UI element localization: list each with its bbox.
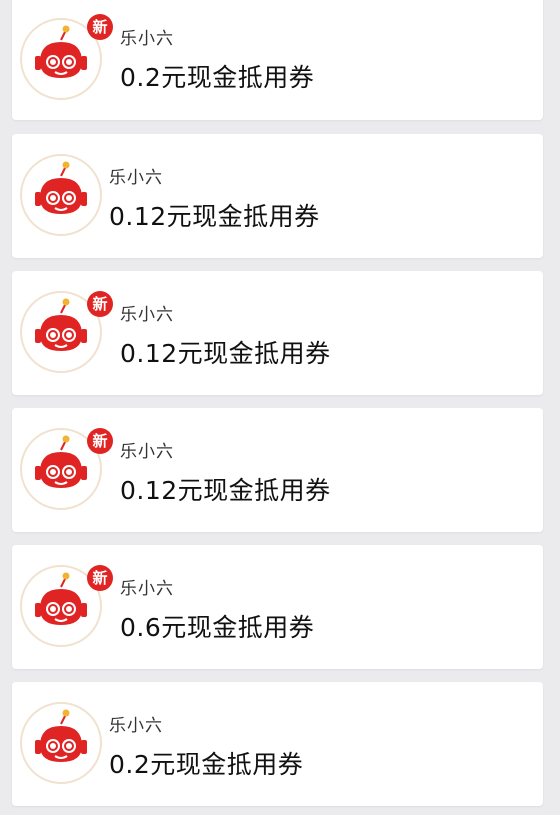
robot-avatar-icon (20, 154, 102, 236)
list-item[interactable]: 新 乐小六 0.12元现金抵用券 (12, 271, 543, 395)
coupon-title: 0.2元现金抵用券 (120, 63, 315, 92)
new-badge: 新 (87, 291, 113, 317)
list-item[interactable]: 乐小六 0.12元现金抵用券 (12, 134, 543, 258)
coupon-title: 0.2元现金抵用券 (109, 750, 304, 779)
sender-name: 乐小六 (120, 305, 174, 325)
list-item[interactable]: 新 乐小六 0.2元现金抵用券 (12, 0, 543, 120)
sender-name: 乐小六 (109, 168, 163, 188)
coupon-title: 0.12元现金抵用券 (109, 202, 320, 231)
list-item[interactable]: 新 乐小六 0.6元现金抵用券 (12, 545, 543, 669)
new-badge: 新 (87, 428, 113, 454)
list-item[interactable]: 新 乐小六 0.12元现金抵用券 (12, 408, 543, 532)
coupon-title: 0.12元现金抵用券 (120, 339, 331, 368)
sender-name: 乐小六 (120, 442, 174, 462)
coupon-title: 0.12元现金抵用券 (120, 476, 331, 505)
new-badge: 新 (87, 565, 113, 591)
sender-name: 乐小六 (120, 579, 174, 599)
new-badge: 新 (87, 14, 113, 40)
coupon-title: 0.6元现金抵用券 (120, 613, 315, 642)
message-list: 新 乐小六 0.2元现金抵用券 乐小六 0.12元现金抵用券 新 乐小六 0.1… (0, 0, 560, 815)
list-item[interactable]: 乐小六 0.2元现金抵用券 (12, 682, 543, 806)
robot-avatar-icon (20, 702, 102, 784)
sender-name: 乐小六 (120, 29, 174, 49)
sender-name: 乐小六 (109, 716, 163, 736)
